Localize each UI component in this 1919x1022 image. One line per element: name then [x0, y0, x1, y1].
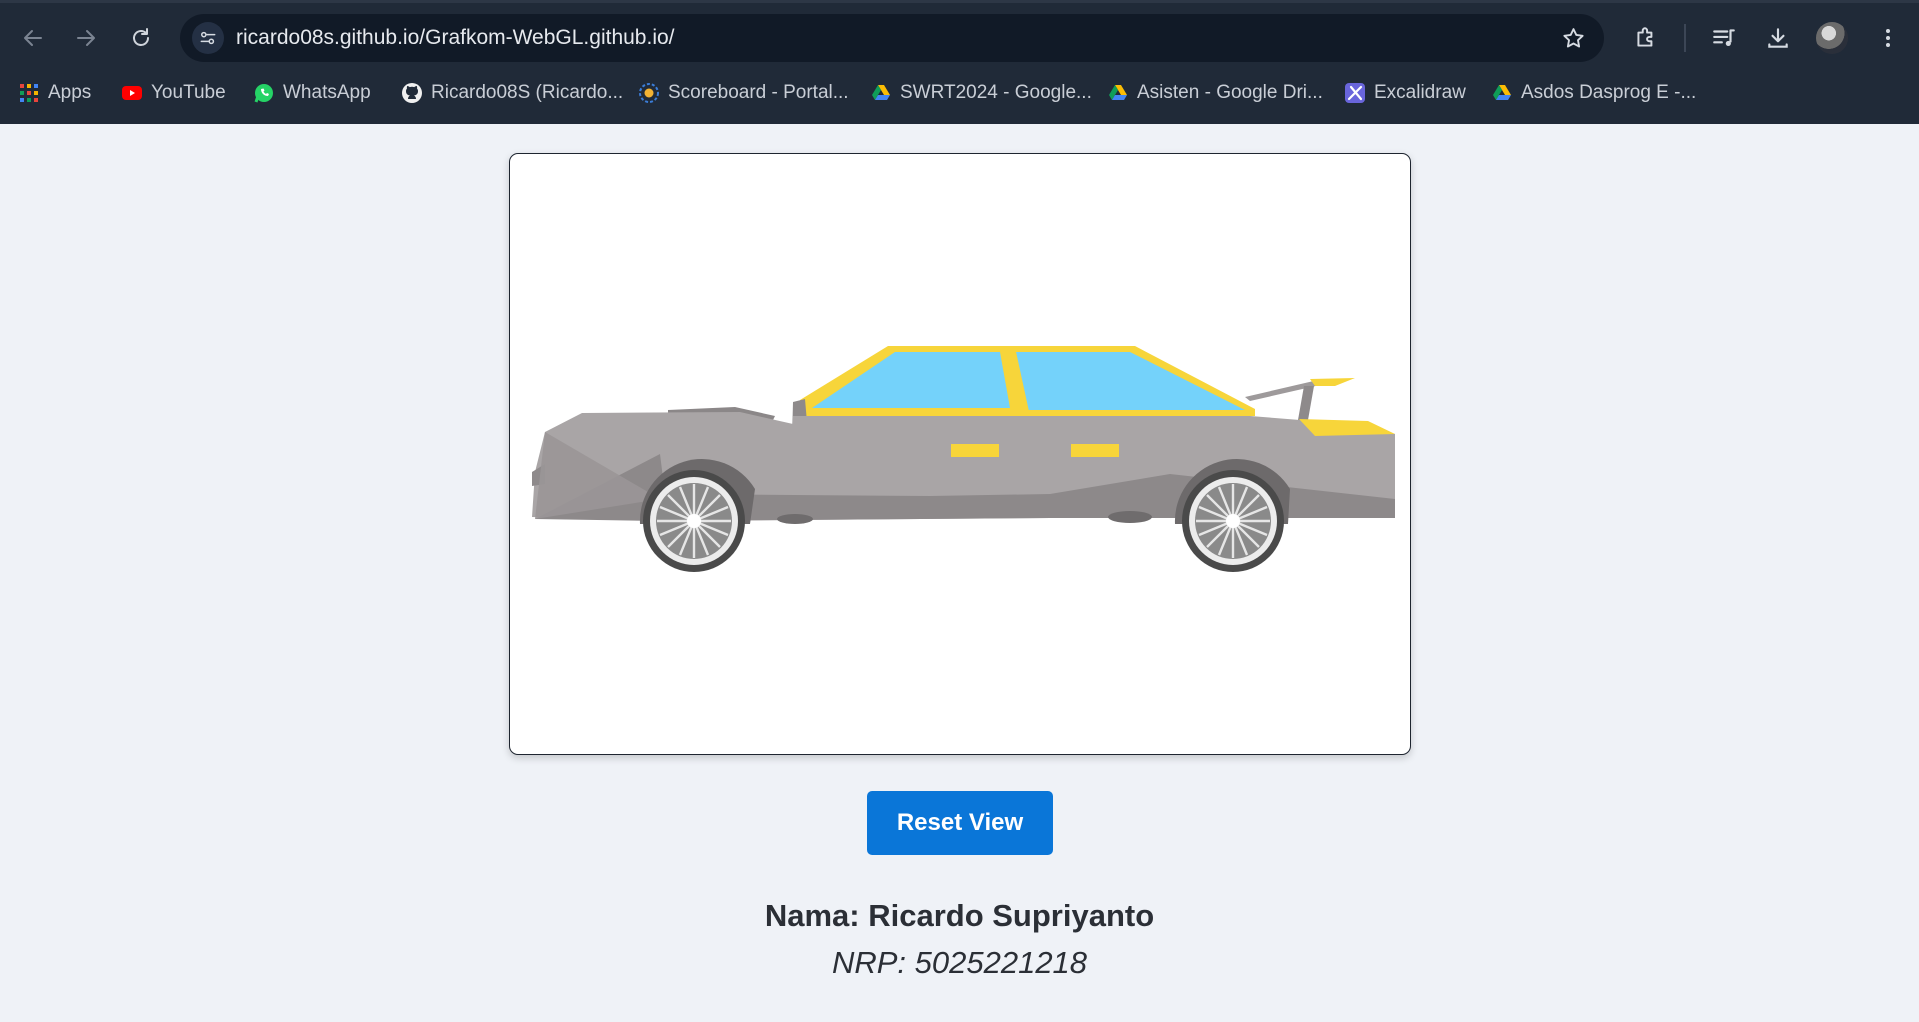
bookmark-label: Excalidraw [1374, 82, 1466, 103]
car-model [532, 346, 1395, 572]
reload-button[interactable] [123, 20, 159, 56]
student-nrp: NRP: 5025221218 [831, 945, 1088, 980]
bookmark-whatsapp[interactable]: WhatsApp [253, 80, 371, 106]
forward-button[interactable] [68, 20, 104, 56]
webgl-canvas[interactable] [509, 153, 1411, 755]
bookmark-star-button[interactable] [1561, 26, 1586, 56]
back-button[interactable] [15, 20, 51, 56]
bookmark-label: SWRT2024 - Google... [900, 82, 1092, 103]
arrow-right-icon [77, 30, 95, 46]
bookmark-scoreboard[interactable]: Scoreboard - Portal... [638, 80, 849, 106]
reset-view-button[interactable]: Reset View [867, 791, 1053, 855]
profile-avatar[interactable] [1816, 22, 1848, 54]
tune-icon [200, 31, 216, 45]
site-info-button[interactable] [192, 22, 224, 54]
bookmark-label: WhatsApp [283, 82, 371, 103]
bookmark-apps[interactable]: Apps [18, 80, 91, 106]
address-bar[interactable]: ricardo08s.github.io/Grafkom-WebGL.githu… [180, 14, 1604, 62]
youtube-icon [121, 82, 143, 104]
bookmark-label: Asdos Dasprog E -... [1521, 82, 1697, 103]
browser-chrome: ricardo08s.github.io/Grafkom-WebGL.githu… [0, 0, 1919, 124]
bookmark-label: Ricardo08S (Ricardo... [431, 82, 624, 103]
bookmark-excalidraw[interactable]: Excalidraw [1344, 80, 1466, 106]
downloads-button[interactable] [1760, 20, 1796, 56]
portal-icon [638, 82, 660, 104]
bookmark-youtube[interactable]: YouTube [121, 80, 226, 106]
tab-strip [0, 0, 1919, 3]
bookmark-github[interactable]: Ricardo08S (Ricardo... [401, 80, 623, 106]
bookmark-label: YouTube [151, 82, 226, 103]
bookmark-asisten[interactable]: Asisten - Google Dri... [1107, 80, 1323, 106]
bookmark-label: Apps [48, 82, 92, 103]
puzzle-icon [1637, 27, 1653, 47]
star-icon [1563, 28, 1584, 48]
queue-music-icon [1713, 29, 1735, 47]
toolbar-separator [1684, 24, 1686, 52]
google-drive-icon [1107, 82, 1129, 104]
url-text[interactable]: ricardo08s.github.io/Grafkom-WebGL.githu… [236, 27, 675, 49]
apps-grid-icon [18, 82, 40, 104]
bookmark-asdos[interactable]: Asdos Dasprog E -... [1491, 80, 1696, 106]
browser-menu-button[interactable] [1870, 20, 1906, 56]
extensions-button[interactable] [1628, 20, 1664, 56]
bookmark-swrt2024[interactable]: SWRT2024 - Google... [870, 80, 1092, 106]
whatsapp-icon [253, 82, 275, 104]
bookmark-label: Scoreboard - Portal... [668, 82, 849, 103]
github-icon [401, 82, 423, 104]
bookmarks-bar: Apps YouTube WhatsApp Ricardo08S (Ricard… [0, 76, 1919, 110]
google-drive-icon [870, 82, 892, 104]
reload-icon [133, 28, 149, 46]
arrow-left-icon [24, 30, 42, 46]
download-icon [1768, 28, 1788, 48]
bookmark-label: Asisten - Google Dri... [1137, 82, 1323, 103]
google-drive-icon [1491, 82, 1513, 104]
kebab-menu-icon [1886, 29, 1890, 47]
excalidraw-icon [1344, 82, 1366, 104]
student-name: Nama: Ricardo Supriyanto [764, 898, 1155, 933]
media-controls-button[interactable] [1706, 20, 1742, 56]
